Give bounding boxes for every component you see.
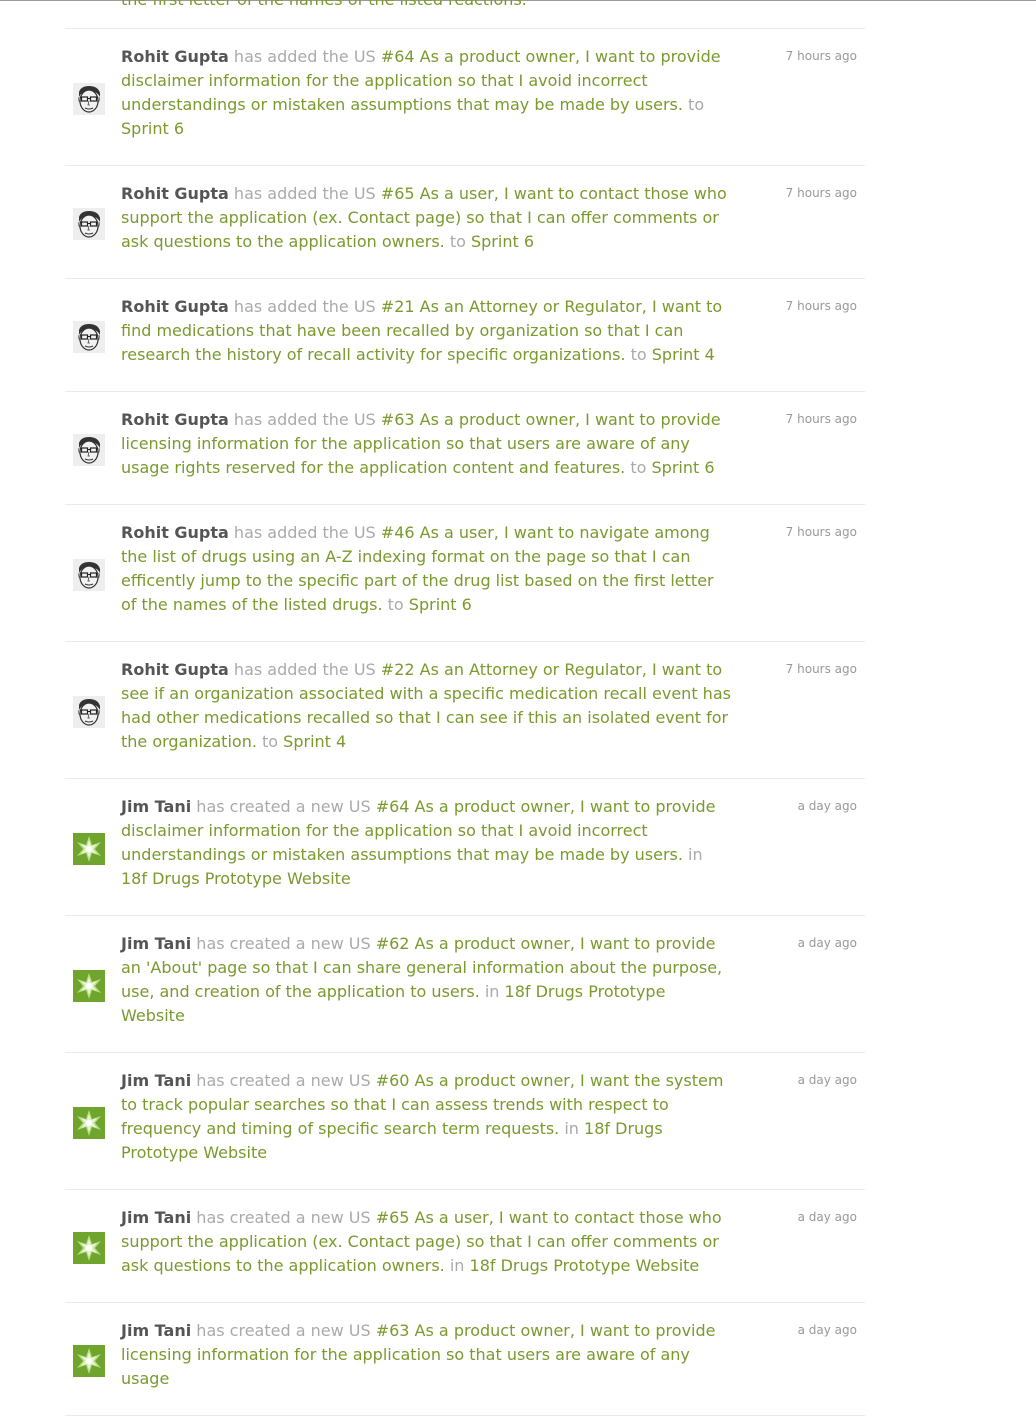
action-text: has added the US	[233, 297, 376, 316]
target-link[interactable]: 18f Drugs Prototype Website	[121, 869, 351, 888]
sketch-face-avatar-icon	[73, 434, 105, 466]
user-avatar[interactable]	[73, 1107, 105, 1139]
story-link-tail[interactable]: the first letter of the names of the lis…	[121, 0, 527, 9]
entry-text: Rohit Gupta has added the US #46 As a us…	[121, 521, 733, 617]
user-name-link[interactable]: Rohit Gupta	[121, 410, 229, 429]
entry-text: the first letter of the names of the lis…	[121, 0, 733, 12]
green-star-avatar-icon	[73, 970, 105, 1002]
target-link[interactable]: Sprint 4	[283, 732, 346, 751]
timestamp: 7 hours ago	[785, 186, 857, 200]
preposition-text: to	[387, 595, 404, 614]
target-link[interactable]: Sprint 6	[652, 458, 715, 477]
activity-feed: the first letter of the names of the lis…	[65, 0, 865, 1416]
user-name-link[interactable]: Rohit Gupta	[121, 184, 229, 203]
timestamp: 7 hours ago	[785, 412, 857, 426]
user-avatar[interactable]	[73, 970, 105, 1002]
feed-entry: Jim Tani has created a new US #60 As a p…	[65, 1053, 865, 1190]
user-avatar[interactable]	[73, 559, 105, 591]
feed-entry: Rohit Gupta has added the US #65 As a us…	[65, 166, 865, 279]
entry-text: Rohit Gupta has added the US #64 As a pr…	[121, 45, 733, 141]
timestamp: a day ago	[797, 1210, 857, 1224]
feed-entry: Jim Tani has created a new US #65 As a u…	[65, 1190, 865, 1303]
timestamp: 7 hours ago	[785, 299, 857, 313]
green-star-avatar-icon	[73, 1232, 105, 1264]
user-name-link[interactable]: Jim Tani	[121, 1071, 191, 1090]
sketch-face-avatar-icon	[73, 83, 105, 115]
feed-entry: Rohit Gupta has added the US #22 As an A…	[65, 642, 865, 779]
sketch-face-avatar-icon	[73, 559, 105, 591]
feed-entry-partial: the first letter of the names of the lis…	[65, 0, 865, 29]
action-text: has created a new US	[196, 1071, 371, 1090]
preposition-text: to	[688, 95, 705, 114]
preposition-text: in	[449, 1256, 465, 1275]
entry-text: Jim Tani has created a new US #63 As a p…	[121, 1319, 733, 1391]
user-avatar[interactable]	[73, 208, 105, 240]
user-avatar[interactable]	[73, 696, 105, 728]
preposition-text: in	[688, 845, 703, 864]
entry-text: Jim Tani has created a new US #62 As a p…	[121, 932, 733, 1028]
user-avatar[interactable]	[73, 833, 105, 865]
action-text: has created a new US	[196, 1208, 371, 1227]
user-name-link[interactable]: Rohit Gupta	[121, 660, 229, 679]
user-avatar[interactable]	[73, 434, 105, 466]
action-text: has created a new US	[196, 934, 371, 953]
preposition-text: to	[630, 345, 647, 364]
user-name-link[interactable]: Jim Tani	[121, 1208, 191, 1227]
preposition-text: to	[449, 232, 466, 251]
user-name-link[interactable]: Rohit Gupta	[121, 47, 229, 66]
target-link[interactable]: Sprint 4	[652, 345, 715, 364]
entry-text: Jim Tani has created a new US #60 As a p…	[121, 1069, 733, 1165]
user-name-link[interactable]: Rohit Gupta	[121, 523, 229, 542]
sketch-face-avatar-icon	[73, 208, 105, 240]
action-text: has added the US	[233, 410, 376, 429]
feed-entry: Rohit Gupta has added the US #46 As a us…	[65, 505, 865, 642]
preposition-text: in	[484, 982, 500, 1001]
feed-entry: Rohit Gupta has added the US #21 As an A…	[65, 279, 865, 392]
sketch-face-avatar-icon	[73, 321, 105, 353]
action-text: has added the US	[233, 523, 376, 542]
preposition-text: to	[262, 732, 279, 751]
feed-entry: Rohit Gupta has added the US #64 As a pr…	[65, 29, 865, 166]
timestamp: a day ago	[797, 799, 857, 813]
action-text: has created a new US	[196, 797, 371, 816]
preposition-text: to	[630, 458, 647, 477]
user-name-link[interactable]: Rohit Gupta	[121, 297, 229, 316]
green-star-avatar-icon	[73, 1107, 105, 1139]
user-avatar[interactable]	[73, 83, 105, 115]
preposition-text: in	[564, 1119, 579, 1138]
entry-text: Rohit Gupta has added the US #65 As a us…	[121, 182, 733, 254]
feed-entry: Rohit Gupta has added the US #63 As a pr…	[65, 392, 865, 505]
action-text: has added the US	[233, 184, 376, 203]
target-link[interactable]: 18f Drugs Prototype Website	[470, 1256, 700, 1275]
user-name-link[interactable]: Jim Tani	[121, 934, 191, 953]
user-avatar[interactable]	[73, 321, 105, 353]
user-avatar[interactable]	[73, 1232, 105, 1264]
timestamp: 7 hours ago	[785, 662, 857, 676]
action-text: has created a new US	[196, 1321, 371, 1340]
green-star-avatar-icon	[73, 1345, 105, 1377]
feed-entry: Jim Tani has created a new US #64 As a p…	[65, 779, 865, 916]
entry-text: Rohit Gupta has added the US #21 As an A…	[121, 295, 733, 367]
timestamp: a day ago	[797, 1073, 857, 1087]
target-link[interactable]: Sprint 6	[471, 232, 534, 251]
user-avatar[interactable]	[73, 1345, 105, 1377]
user-name-link[interactable]: Jim Tani	[121, 1321, 191, 1340]
user-name-link[interactable]: Jim Tani	[121, 797, 191, 816]
feed-entry: Jim Tani has created a new US #62 As a p…	[65, 916, 865, 1053]
entry-text: Rohit Gupta has added the US #22 As an A…	[121, 658, 733, 754]
sketch-face-avatar-icon	[73, 696, 105, 728]
entry-text: Jim Tani has created a new US #65 As a u…	[121, 1206, 733, 1278]
timestamp: a day ago	[797, 936, 857, 950]
target-link[interactable]: Sprint 6	[121, 119, 184, 138]
action-text: has added the US	[233, 47, 376, 66]
green-star-avatar-icon	[73, 833, 105, 865]
action-text: has added the US	[233, 660, 376, 679]
entry-text: Jim Tani has created a new US #64 As a p…	[121, 795, 733, 891]
feed-entry: Jim Tani has created a new US #63 As a p…	[65, 1303, 865, 1416]
entry-text: Rohit Gupta has added the US #63 As a pr…	[121, 408, 733, 480]
timestamp: 7 hours ago	[785, 49, 857, 63]
target-link[interactable]: Sprint 6	[409, 595, 472, 614]
timestamp: 7 hours ago	[785, 525, 857, 539]
timestamp: a day ago	[797, 1323, 857, 1337]
